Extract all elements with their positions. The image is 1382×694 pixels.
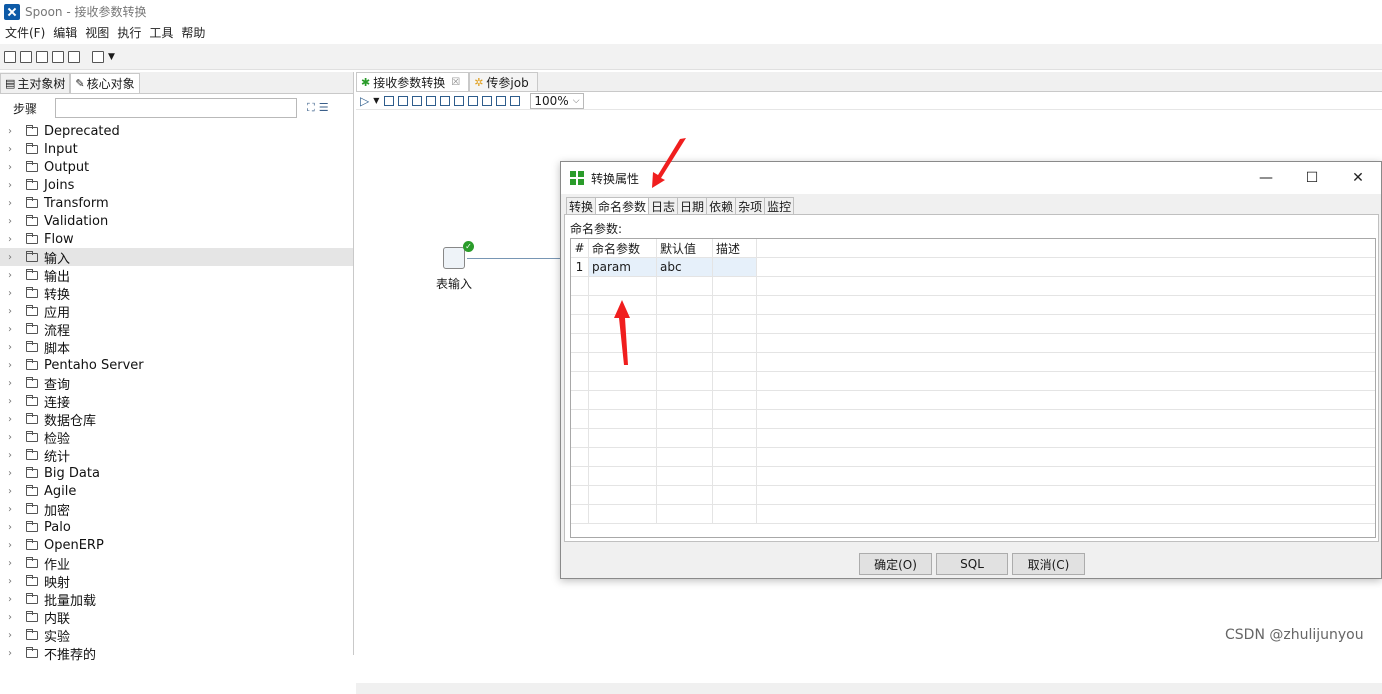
annotation-arrows [614, 138, 686, 365]
arrow-bottom-annotation [614, 300, 630, 365]
arrow-top-annotation [652, 138, 686, 188]
horizontal-scrollbar[interactable] [356, 683, 1382, 694]
watermark: CSDN @zhulijunyou [1225, 627, 1364, 643]
